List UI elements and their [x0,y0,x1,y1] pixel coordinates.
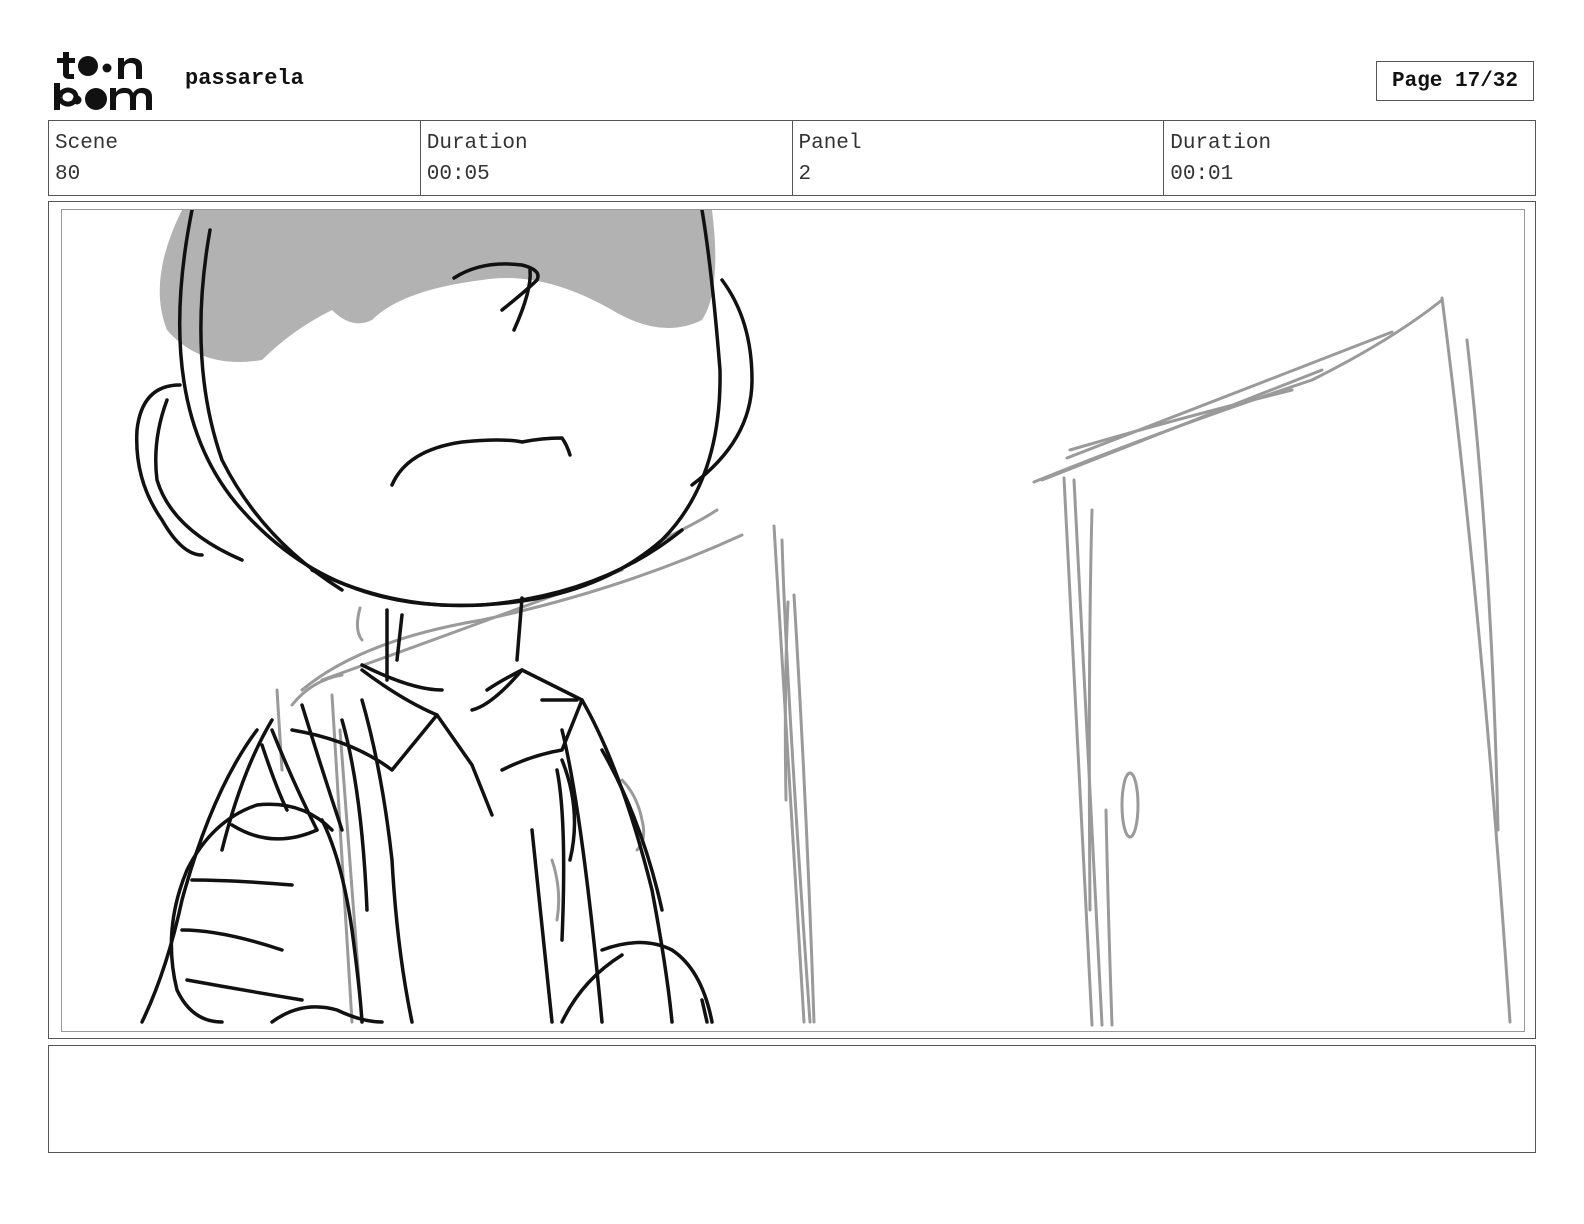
panel-notes-box [48,1045,1536,1153]
scene-duration-cell: Duration 00:05 [421,121,793,195]
scene-cell: Scene 80 [49,121,421,195]
scene-duration-value: 00:05 [426,163,490,186]
toon-boom-logo [52,50,164,112]
page-number: Page 17/32 [1376,61,1534,101]
scene-value: 80 [55,163,81,186]
panel-drawing-area [61,209,1525,1032]
scene-duration-label: Duration [426,132,528,155]
panel-duration-value: 00:01 [1170,163,1234,186]
hair-shading [159,210,716,362]
panel-frame [48,201,1536,1039]
panel-duration-cell: Duration 00:01 [1164,121,1535,195]
scene-label: Scene [55,132,119,155]
panel-label: Panel [798,132,862,155]
storyboard-sketch [134,210,1512,1027]
door-sketch [275,296,1512,1027]
panel-duration-label: Duration [1170,132,1272,155]
scene-info-table: Scene 80 Duration 00:05 Panel 2 Duration… [48,120,1536,196]
panel-value: 2 [798,163,812,186]
project-title: passarela [185,66,304,91]
panel-cell: Panel 2 [793,121,1165,195]
